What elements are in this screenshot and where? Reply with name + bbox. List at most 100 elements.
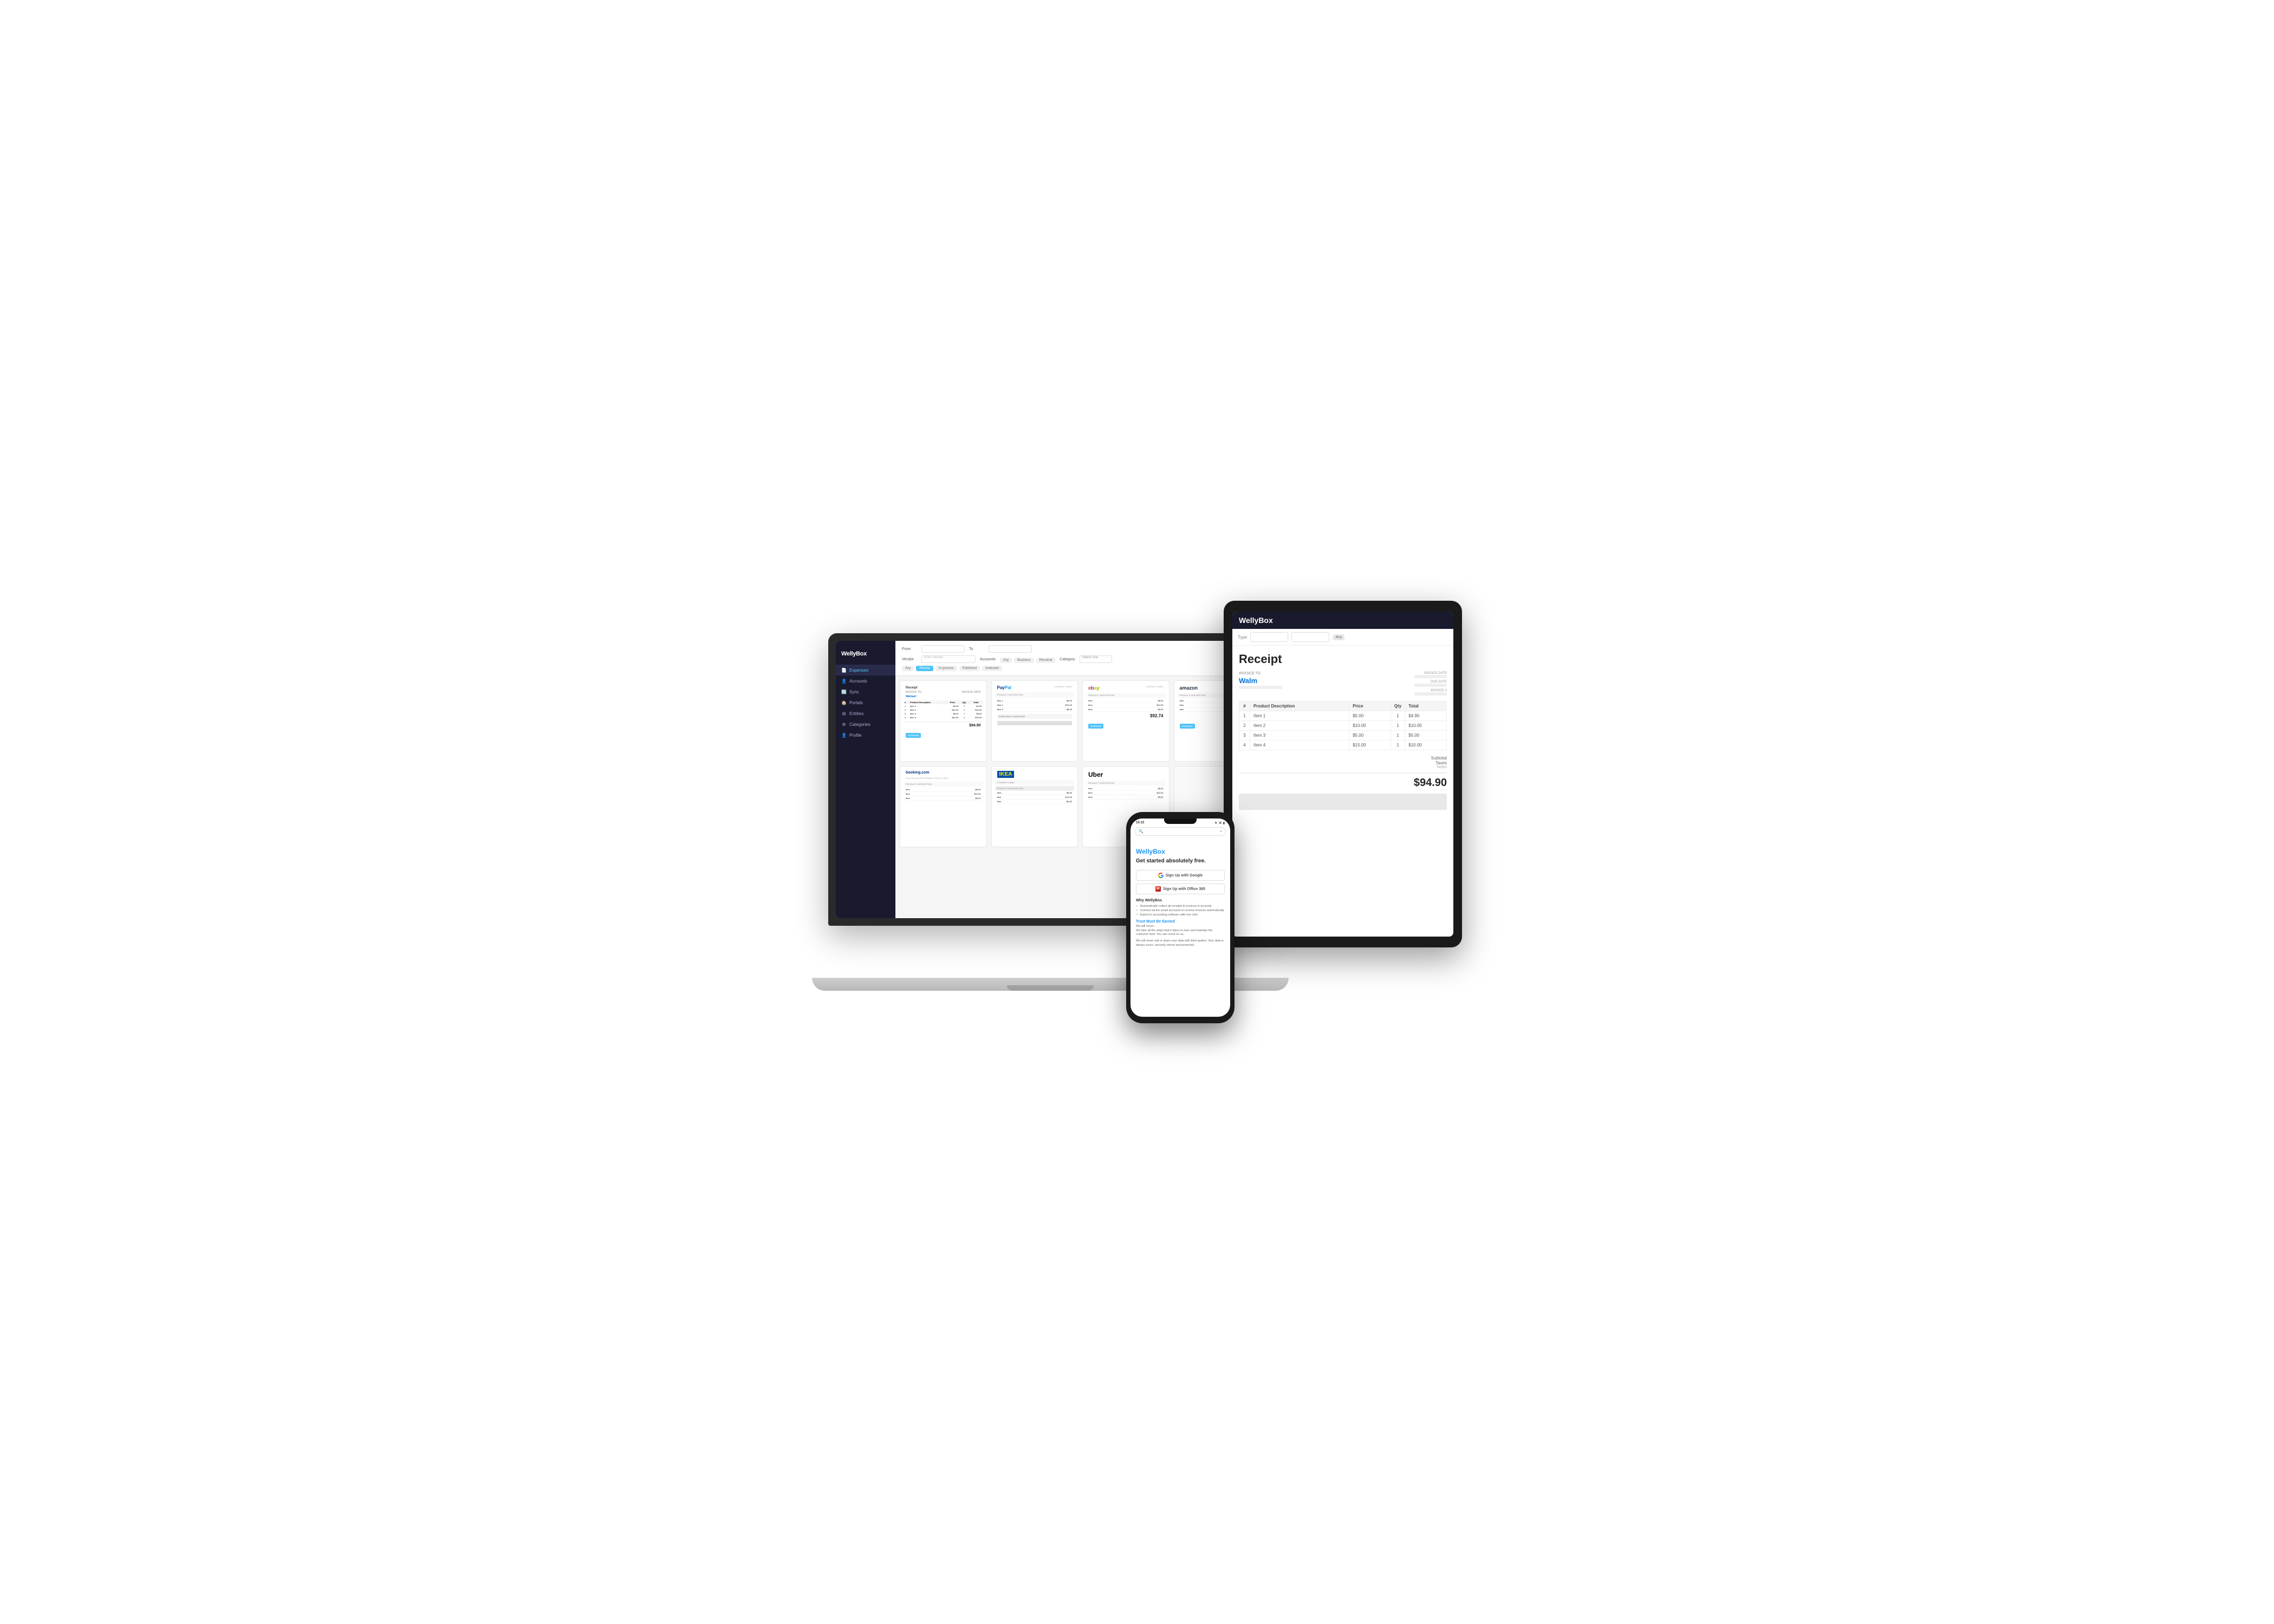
ebay-total: $92.74 xyxy=(1086,712,1166,720)
ebay-subheader: PRODUCT DESCRIPTION xyxy=(1086,693,1166,698)
sidebar-item-accounts[interactable]: 👤 Accounts xyxy=(836,675,895,686)
ebay-items: Item$5.00 Item$10.00 Item$5.00 xyxy=(1086,699,1166,712)
status-tabs: Any Review In process Published Irreleva… xyxy=(902,666,1258,671)
receipt-company: Walmart xyxy=(904,695,983,698)
sign-up-office-button[interactable]: W Sign Up with Office 365 xyxy=(1136,884,1225,894)
paypal-subheader: PRODUCT DESCRIPTION xyxy=(995,692,1075,698)
why-item-3: Export to accounting software with one c… xyxy=(1136,913,1225,917)
battery-icon: ▮ xyxy=(1223,821,1225,825)
sidebar-item-entities[interactable]: ⊞ Entities xyxy=(836,708,895,719)
sidebar-item-portals[interactable]: 🏠 Portals xyxy=(836,697,895,708)
tablet-to-input[interactable] xyxy=(1291,632,1329,642)
sidebar-item-label: Profile xyxy=(849,733,862,738)
uber-items: Item$5.00 Item$10.00 Item$5.00 xyxy=(1086,787,1166,800)
tablet-brand: WellyBox xyxy=(1239,616,1273,625)
receipt-card-paypal[interactable]: PayPal COMPANY NAME PRODUCT DESCRIPTION … xyxy=(991,680,1078,762)
category-select[interactable]: Select One xyxy=(1080,655,1112,663)
vendor-input[interactable]: Enter Vendor xyxy=(921,655,976,663)
invoice-row-1: 1 Item 1 $5.00 1 $4.90 xyxy=(1239,711,1447,721)
menu-icon: ≡ xyxy=(1220,830,1222,834)
sidebar-item-sync[interactable]: 🔄 Sync xyxy=(836,686,895,697)
invoice-row-2: 2 Item 2 $10.00 1 $10.00 xyxy=(1239,721,1447,731)
invoice-totals: Subtotal Taxes Notes xyxy=(1239,756,1447,769)
sidebar-item-expenses[interactable]: 📄 Expenses xyxy=(836,665,895,675)
scene: WellyBox 📄 Expenses 👤 Accounts 🔄 Sync xyxy=(812,601,1462,1023)
trust-section: Trust Must Be Earned We will never... We… xyxy=(1136,920,1225,947)
portals-icon: 🏠 xyxy=(841,700,847,705)
to-input[interactable] xyxy=(989,645,1032,653)
tablet-from-input[interactable] xyxy=(1250,632,1288,642)
tablet-content: Receipt INVOICE TO Walm INVOICE DATE DUE… xyxy=(1232,646,1453,937)
why-title: Why WellyBox xyxy=(1136,899,1225,902)
download-button-amazon[interactable]: Download xyxy=(1180,724,1195,729)
receipt-card-ebay[interactable]: ebay COMPANY NAME PRODUCT DESCRIPTION It… xyxy=(1082,680,1170,762)
from-input[interactable] xyxy=(921,645,965,653)
uber-subheader: PRODUCT DESCRIPTION xyxy=(1086,781,1166,785)
ebay-logo: ebay xyxy=(1088,685,1100,691)
profile-icon: 👤 xyxy=(841,732,847,738)
expenses-icon: 📄 xyxy=(841,667,847,673)
tablet-filter-bar: Type Any xyxy=(1232,629,1453,646)
subtotal-label: Subtotal xyxy=(1431,756,1447,761)
status-tab-published[interactable]: Published xyxy=(959,666,980,671)
ikea-logo: IKEA xyxy=(997,771,1015,778)
receipt-table: # Product Description Price Qty Total 1I… xyxy=(904,700,983,719)
sign-up-google-button[interactable]: Sign Up with Google xyxy=(1136,870,1225,881)
download-button-1[interactable]: Download xyxy=(906,733,921,738)
invoice-table: # Product Description Price Qty Total 1 xyxy=(1239,701,1447,750)
sidebar-item-profile[interactable]: 👤 Profile xyxy=(836,730,895,740)
status-tab-review[interactable]: Review xyxy=(916,666,933,671)
uber-header: Uber xyxy=(1086,770,1166,779)
wifi-icon: ⌘ xyxy=(1219,821,1222,825)
paypal-logo: PayPal xyxy=(997,685,1011,690)
booking-items: Item$5.00 Item$10.00 Item$5.00 xyxy=(904,788,983,801)
col-desc: Product Description xyxy=(1250,701,1349,711)
status-tab-irrelevant[interactable]: Irrelevant xyxy=(982,666,1002,671)
invoice-header: INVOICE TO Walm INVOICE DATE DUE DATE IN… xyxy=(1239,672,1447,696)
receipt-card-ikea[interactable]: IKEA COMPANY NAME PRODUCT DESCRIPTION It… xyxy=(991,766,1078,847)
tablet-any-tab[interactable]: Any xyxy=(1333,634,1344,640)
uber-logo: Uber xyxy=(1088,771,1103,778)
tablet-header: WellyBox xyxy=(1232,612,1453,629)
phone-time: 10:10 xyxy=(1136,821,1144,824)
booking-tagspace: PLACING ADVERTISEMENT SPACE HERE xyxy=(904,776,983,781)
phone-search-bar[interactable]: 🔍 ≡ xyxy=(1135,827,1226,836)
col-num: # xyxy=(1239,701,1250,711)
invoice-date-block: INVOICE DATE DUE DATE INVOICE # xyxy=(1414,672,1447,696)
sidebar-item-label: Portals xyxy=(849,700,863,705)
invoice-company: Walm xyxy=(1239,677,1282,685)
why-item-2-text: Connect all the email accounts to receiv… xyxy=(1140,909,1224,912)
entities-icon: ⊞ xyxy=(841,711,847,716)
tablet-type-label: Type xyxy=(1238,635,1247,640)
invoice-to-section: INVOICE TO Walm xyxy=(1239,672,1282,689)
receipt-invoice-header: INVOICE TOINVOICE DATE xyxy=(904,691,983,694)
trust-title: Trust Must Be Earned xyxy=(1136,920,1225,924)
tab-any[interactable]: Any xyxy=(1000,658,1012,663)
from-label: From xyxy=(902,647,917,651)
ikea-header: IKEA xyxy=(995,770,1075,779)
office-icon: W xyxy=(1155,886,1161,892)
sidebar-item-label: Categories xyxy=(849,722,870,727)
download-button-ebay[interactable]: Download xyxy=(1088,724,1103,729)
why-item-1: Automatically collect all receipts & inv… xyxy=(1136,905,1225,908)
sidebar-item-label: Accounts xyxy=(849,679,867,684)
receipt-card-1[interactable]: Receipt INVOICE TOINVOICE DATE Walmart #… xyxy=(900,680,987,762)
status-tab-inprocess[interactable]: In process xyxy=(935,666,957,671)
invoice-grand-total: $94.90 xyxy=(1239,772,1447,789)
booking-header: booking.com xyxy=(904,770,983,776)
receipt-card-booking[interactable]: booking.com PLACING ADVERTISEMENT SPACE … xyxy=(900,766,987,847)
gray-bar xyxy=(1239,794,1447,810)
tab-personal[interactable]: Personal xyxy=(1036,658,1056,663)
tab-business[interactable]: Business xyxy=(1014,658,1034,663)
sidebar-item-categories[interactable]: ⚙ Categories xyxy=(836,719,895,730)
col-price: Price xyxy=(1349,701,1391,711)
status-tab-any[interactable]: Any xyxy=(902,666,914,671)
receipt-title: Receipt xyxy=(904,684,983,691)
sidebar-logo: WellyBox xyxy=(836,647,895,665)
filter-bar: From To Vendor Enter Vendor Accounts xyxy=(895,641,1265,676)
paypal-header: PayPal COMPANY NAME xyxy=(995,684,1075,691)
trust-subtitle: We will never... xyxy=(1136,925,1225,929)
category-placeholder: Select One xyxy=(1082,656,1099,659)
amazon-logo: amazon xyxy=(1180,685,1198,691)
why-item-3-text: Export to accounting software with one c… xyxy=(1140,913,1198,917)
